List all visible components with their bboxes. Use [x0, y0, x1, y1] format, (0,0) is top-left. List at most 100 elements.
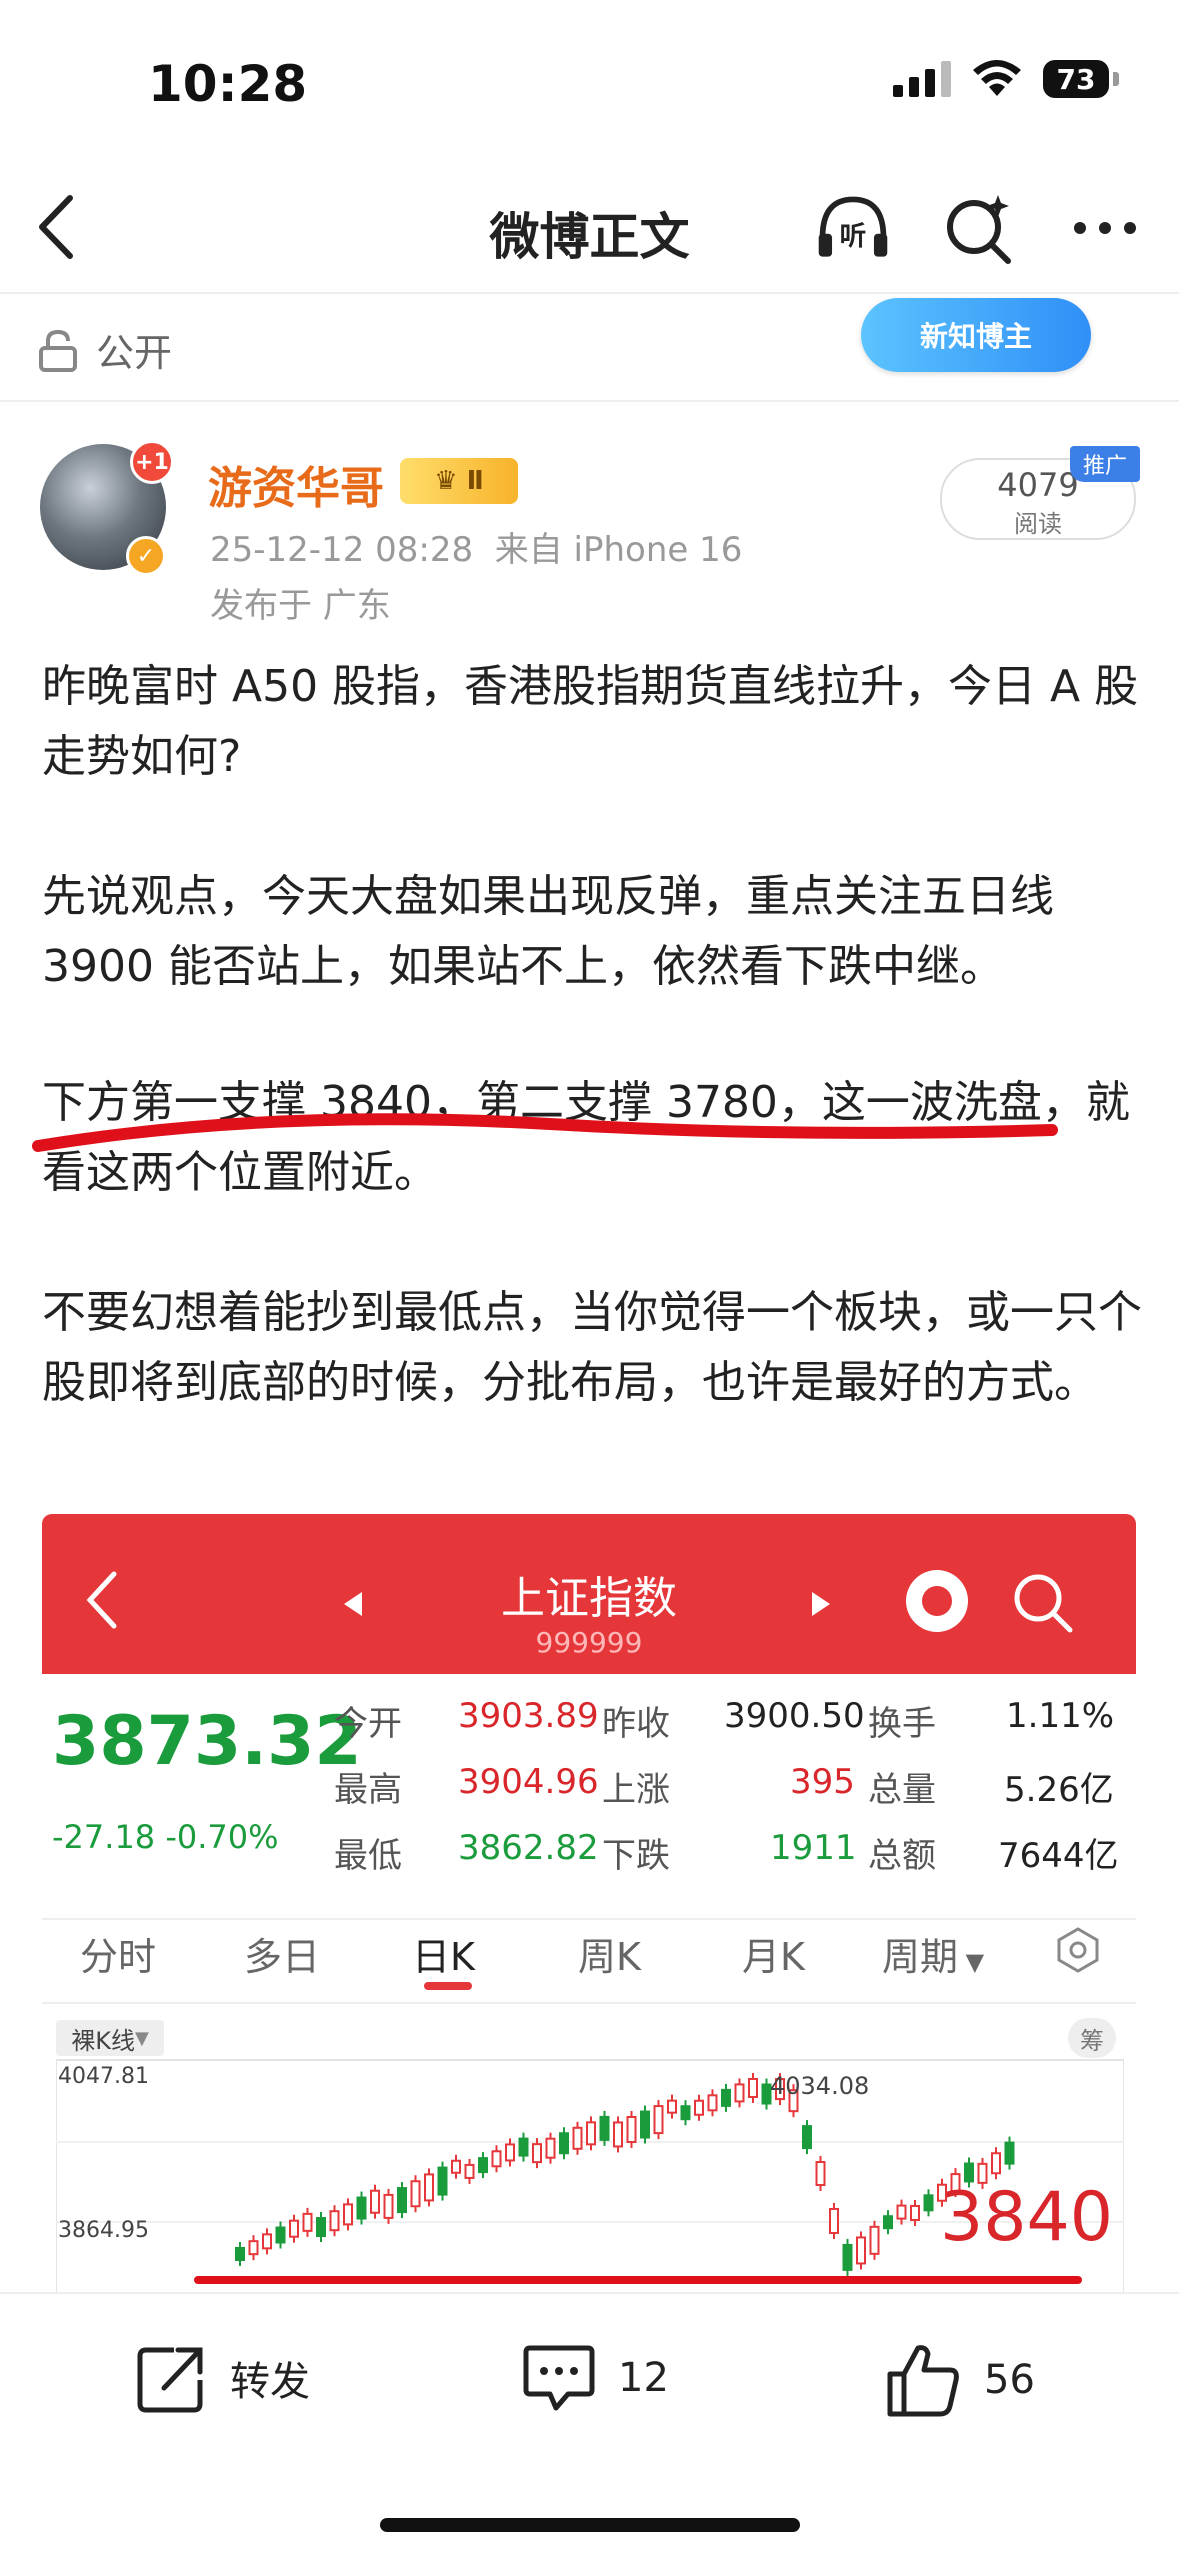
- card-search-icon[interactable]: [1010, 1570, 1076, 1636]
- candle-body: [343, 2203, 353, 2226]
- tab-weekly-k[interactable]: 周K: [578, 1926, 641, 1981]
- author-name[interactable]: 游资华哥: [208, 452, 384, 516]
- thumbs-up-icon: [887, 2345, 959, 2417]
- candle-body: [640, 2110, 650, 2139]
- quote-label: 今开: [334, 1704, 402, 1744]
- comment-icon: [523, 2345, 595, 2411]
- search-button[interactable]: [939, 188, 1019, 268]
- like-button[interactable]: 56: [884, 2340, 1035, 2420]
- stock-change: -27.18 -0.70%: [52, 1818, 279, 1856]
- member-level-badge[interactable]: ♛ Ⅱ: [400, 458, 518, 504]
- quote-value: 3903.89: [458, 1696, 599, 1736]
- candle-body: [491, 2150, 502, 2168]
- candle-body: [559, 2132, 569, 2155]
- share-icon: [137, 2347, 203, 2413]
- tab-daily-k[interactable]: 日K: [412, 1926, 475, 1981]
- listen-glyph: 听: [840, 221, 867, 252]
- post-location: 发布于 广东: [210, 586, 391, 626]
- tab-monthly-k[interactable]: 月K: [742, 1926, 805, 1981]
- candle-body: [289, 2219, 299, 2238]
- settings-hex-icon[interactable]: [1054, 1926, 1102, 1974]
- post-source: 来自 iPhone 16: [494, 530, 743, 570]
- quote-label: 上涨: [602, 1770, 670, 1810]
- tab-period[interactable]: 周期 ▼: [882, 1926, 984, 1981]
- repost-button[interactable]: 转发: [134, 2340, 310, 2416]
- quote-label: 下跌: [602, 1836, 670, 1876]
- promote-badge[interactable]: 推广: [1070, 446, 1140, 482]
- candle-body: [397, 2187, 407, 2214]
- candle-body: [694, 2099, 704, 2116]
- quote-label: 总量: [868, 1770, 936, 1810]
- candle-body: [545, 2137, 556, 2159]
- post-meta: 25-12-12 08:28 来自 iPhone 16: [210, 522, 742, 571]
- member-level: Ⅱ: [466, 466, 484, 496]
- candle-body: [802, 2125, 812, 2150]
- candle-body: [721, 2088, 731, 2107]
- candle-body: [653, 2105, 664, 2135]
- candle-body: [815, 2161, 826, 2187]
- tab-intraday[interactable]: 分时: [80, 1926, 156, 1981]
- post-timestamp: 25-12-12 08:28: [210, 530, 474, 570]
- crown-icon: ♛: [434, 466, 467, 496]
- candle-body: [572, 2126, 583, 2150]
- read-count-label: 阅读: [1014, 510, 1062, 538]
- support-annotation: 3840: [940, 2178, 1114, 2257]
- next-stock-icon[interactable]: [812, 1592, 830, 1616]
- candle-body: [370, 2189, 380, 2214]
- tab-multiday[interactable]: 多日: [244, 1926, 320, 1981]
- candle-body: [464, 2163, 475, 2179]
- candle-body: [262, 2233, 272, 2250]
- candle-body: [478, 2157, 488, 2174]
- quote-value: 3900.50: [724, 1696, 865, 1736]
- bottom-action-bar: [0, 2292, 1179, 2556]
- candle-body: [667, 2099, 677, 2114]
- y-axis-mid: 3864.95: [58, 2218, 149, 2243]
- quote-value: 3862.82: [458, 1828, 599, 1868]
- quote-label: 总额: [868, 1836, 936, 1876]
- status-time: 10:28: [148, 55, 308, 113]
- headphone-icon: 听: [818, 196, 888, 257]
- post-paragraph: 昨晚富时 A50 股指，香港股指期货直线拉升，今日 A 股走势如何?: [42, 661, 1139, 782]
- comment-button[interactable]: 12: [520, 2340, 669, 2416]
- candle-body: [518, 2137, 529, 2157]
- repost-label: 转发: [230, 2359, 310, 2405]
- candle-body: [707, 2094, 718, 2112]
- like-count: 56: [984, 2357, 1035, 2403]
- caret-down-icon: ▼: [958, 1948, 985, 1976]
- quote-value: 395: [790, 1762, 855, 1802]
- candle-body: [842, 2243, 853, 2271]
- y-axis-top: 4047.81: [58, 2064, 149, 2089]
- quote-value: 1911: [770, 1828, 857, 1868]
- divider: [0, 292, 1179, 294]
- candle-body: [869, 2225, 880, 2255]
- listen-button[interactable]: 听: [813, 188, 893, 268]
- candle-body: [1004, 2141, 1015, 2165]
- new-blogger-badge[interactable]: 新知博主: [861, 298, 1091, 372]
- peak-price-label: 4034.08: [770, 2072, 870, 2100]
- assistant-bot-eye: [922, 1586, 952, 1616]
- candle-body: [829, 2207, 839, 2234]
- signal-icon: [893, 61, 951, 97]
- home-indicator: [380, 2518, 800, 2532]
- candle-body: [923, 2194, 934, 2212]
- candle-body: [910, 2204, 920, 2221]
- privacy-label: 公开: [96, 331, 173, 375]
- more-dots-icon: [1074, 222, 1136, 234]
- lock-icon: [39, 329, 77, 372]
- quote-value: 3904.96: [458, 1762, 599, 1802]
- comment-count: 12: [618, 2355, 669, 2401]
- candle-body: [383, 2193, 394, 2219]
- candle-body: [613, 2121, 623, 2148]
- candle-body: [626, 2116, 637, 2143]
- status-icons: 73: [893, 60, 1119, 98]
- stock-change-value: -27.18: [52, 1818, 156, 1856]
- quote-label: 换手: [868, 1704, 936, 1744]
- verified-icon: ✓: [126, 536, 166, 576]
- wifi-icon: [973, 60, 1021, 96]
- candle-body: [437, 2166, 448, 2196]
- candle-body: [883, 2215, 893, 2230]
- stock-change-pct: -0.70%: [165, 1818, 279, 1856]
- candle-body: [991, 2152, 1001, 2175]
- candle-body: [748, 2077, 758, 2098]
- more-button[interactable]: [1065, 188, 1145, 268]
